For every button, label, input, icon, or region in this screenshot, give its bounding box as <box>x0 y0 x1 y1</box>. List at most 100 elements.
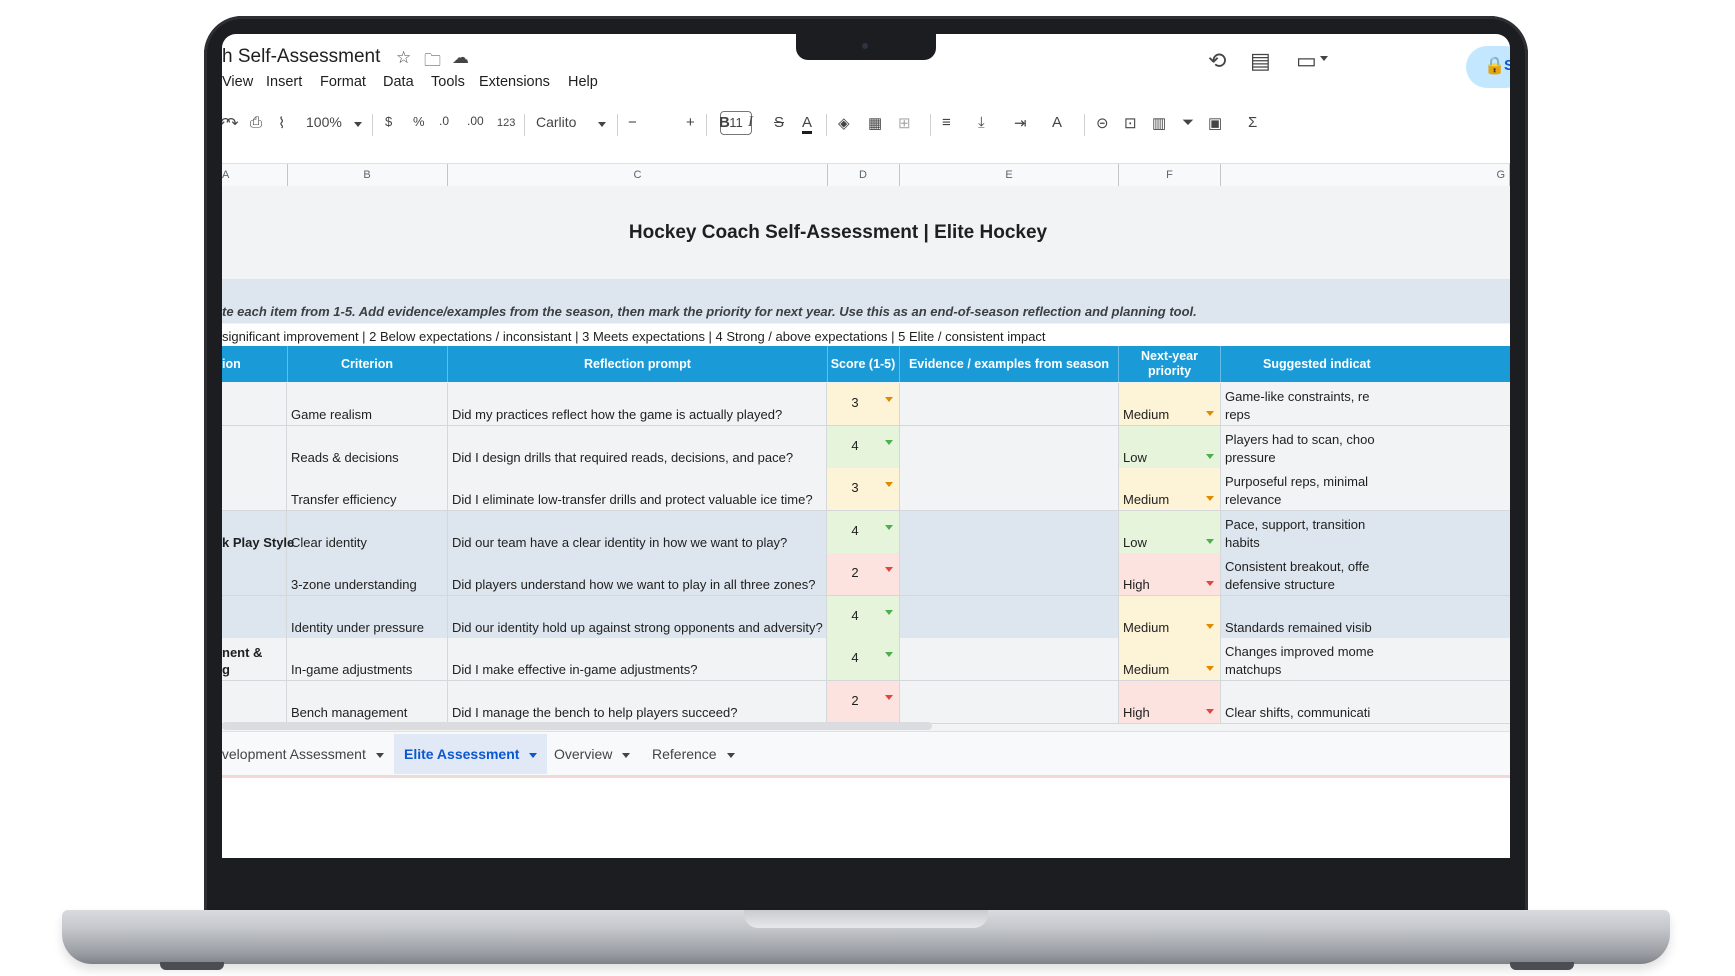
vertical-align-icon[interactable]: ⤓ <box>978 114 985 131</box>
section-cell[interactable] <box>222 468 287 510</box>
column-header-a[interactable]: A <box>222 164 288 186</box>
score-dropdown[interactable]: 3 <box>827 383 900 425</box>
score-dropdown[interactable]: 2 <box>827 680 900 723</box>
tab-menu-icon[interactable] <box>375 752 384 758</box>
score-dropdown[interactable]: 2 <box>827 553 900 595</box>
score-dropdown[interactable]: 4 <box>827 638 900 680</box>
evidence-cell[interactable] <box>900 595 1119 638</box>
header-criterion[interactable]: Criterion <box>287 346 448 382</box>
priority-dropdown[interactable]: High <box>1119 680 1221 723</box>
redo-icon[interactable]: ↷ <box>226 114 239 132</box>
comments-icon[interactable]: ▤ <box>1250 48 1271 74</box>
section-cell[interactable]: nent & g <box>222 638 287 680</box>
percent-format-button[interactable]: % <box>413 114 425 129</box>
horizontal-scrollbar[interactable] <box>222 722 932 730</box>
section-cell[interactable] <box>222 680 287 723</box>
indicators-cell[interactable]: Changes improved mome matchups <box>1221 638 1510 680</box>
prompt-cell[interactable]: Did players understand how we want to pl… <box>448 553 827 595</box>
menu-help[interactable]: Help <box>568 74 598 90</box>
menu-insert[interactable]: Insert <box>266 74 302 90</box>
criterion-cell[interactable]: Bench management <box>287 680 448 723</box>
filter-icon[interactable]: ⏷ <box>1182 114 1194 131</box>
evidence-cell[interactable] <box>900 553 1119 595</box>
priority-dropdown[interactable]: Medium <box>1119 468 1221 510</box>
font-dropdown-icon[interactable] <box>598 122 606 127</box>
text-rotation-icon[interactable]: A <box>1052 114 1062 131</box>
criterion-cell[interactable]: Transfer efficiency <box>287 468 448 510</box>
functions-icon[interactable]: Σ <box>1248 114 1257 131</box>
increase-font-size-icon[interactable]: + <box>686 114 695 131</box>
evidence-cell[interactable] <box>900 425 1119 468</box>
instructions-text[interactable]: te each item from 1-5. Add evidence/exam… <box>222 304 1197 319</box>
column-header-b[interactable]: B <box>287 164 448 186</box>
indicators-cell[interactable]: Purposeful reps, minimal relevance <box>1221 468 1510 510</box>
priority-dropdown[interactable]: High <box>1119 553 1221 595</box>
paint-format-icon[interactable]: ⌇ <box>278 114 285 132</box>
meet-dropdown-icon[interactable] <box>1320 56 1328 61</box>
zoom-select[interactable]: 100% <box>306 114 342 130</box>
header-evidence[interactable]: Evidence / examples from season <box>900 346 1119 382</box>
increase-decimal-button[interactable]: .00 <box>467 114 484 128</box>
filter-views-icon[interactable]: ▣ <box>1208 114 1222 132</box>
indicators-cell[interactable]: Pace, support, transition habits <box>1221 511 1510 553</box>
column-header-g[interactable]: G <box>1221 164 1510 186</box>
currency-format-button[interactable]: $ <box>385 114 392 129</box>
evidence-cell[interactable] <box>900 680 1119 723</box>
header-indicators[interactable]: Suggested indicat <box>1221 346 1510 382</box>
insert-link-icon[interactable]: ⊝ <box>1096 114 1109 132</box>
tab-menu-icon[interactable] <box>726 752 735 758</box>
criterion-cell[interactable]: 3-zone understanding <box>287 553 448 595</box>
criterion-cell[interactable]: Reads & decisions <box>287 425 448 468</box>
indicators-cell[interactable]: Game-like constraints, re reps <box>1221 383 1510 425</box>
text-color-icon[interactable]: A <box>802 114 813 134</box>
header-priority[interactable]: Next-year priority <box>1119 346 1221 382</box>
tab-development-assessment[interactable]: Development Assessment <box>222 734 394 774</box>
prompt-cell[interactable]: Did I eliminate low-transfer drills and … <box>448 468 827 510</box>
criterion-cell[interactable]: Identity under pressure <box>287 595 448 638</box>
version-history-icon[interactable]: ⟲ <box>1208 48 1226 74</box>
prompt-cell[interactable]: Did I manage the bench to help players s… <box>448 680 827 723</box>
decrease-decimal-button[interactable]: .0 <box>439 114 449 128</box>
score-dropdown[interactable]: 4 <box>827 510 900 553</box>
priority-dropdown[interactable]: Low <box>1119 425 1221 468</box>
indicators-cell[interactable]: Clear shifts, communicati <box>1221 681 1510 723</box>
column-header-c[interactable]: C <box>448 164 828 186</box>
document-title[interactable]: h Self-Assessment <box>222 46 380 68</box>
text-wrapping-icon[interactable]: ⇥ <box>1014 114 1027 132</box>
share-button[interactable]: 🔒 Sh <box>1466 46 1510 88</box>
header-score[interactable]: Score (1-5) <box>827 346 900 382</box>
section-cell[interactable] <box>222 425 287 468</box>
evidence-cell[interactable] <box>900 383 1119 425</box>
menu-data[interactable]: Data <box>383 74 414 90</box>
priority-dropdown[interactable]: Medium <box>1119 638 1221 680</box>
star-icon[interactable]: ☆ <box>396 48 411 68</box>
scale-legend[interactable]: significant improvement | 2 Below expect… <box>222 329 1046 344</box>
prompt-cell[interactable]: Did our identity hold up against strong … <box>448 595 827 638</box>
column-header-f[interactable]: F <box>1119 164 1221 186</box>
strikethrough-icon[interactable]: S <box>774 114 784 131</box>
sheet-title[interactable]: Hockey Coach Self-Assessment | Elite Hoc… <box>222 222 1482 244</box>
indicators-cell[interactable]: Standards remained visib <box>1221 596 1510 638</box>
evidence-cell[interactable] <box>900 510 1119 553</box>
decrease-font-size-icon[interactable]: − <box>628 114 637 131</box>
tab-overview[interactable]: Overview <box>544 734 640 774</box>
menu-view[interactable]: View <box>222 74 253 90</box>
section-cell[interactable] <box>222 595 287 638</box>
merge-cells-icon[interactable]: ⊞ <box>898 114 911 132</box>
score-dropdown[interactable]: 4 <box>827 425 900 468</box>
insert-chart-icon[interactable]: ▥ <box>1152 114 1166 132</box>
print-icon[interactable]: ⎙ <box>250 114 262 131</box>
prompt-cell[interactable]: Did our team have a clear identity in ho… <box>448 510 827 553</box>
prompt-cell[interactable]: Did I design drills that required reads,… <box>448 425 827 468</box>
header-reflection-prompt[interactable]: Reflection prompt <box>448 346 828 382</box>
italic-button[interactable]: I <box>748 114 753 131</box>
indicators-cell[interactable]: Consistent breakout, offe defensive struc… <box>1221 553 1510 595</box>
priority-dropdown[interactable]: Medium <box>1119 383 1221 425</box>
more-formats-button[interactable]: 123 <box>497 117 515 129</box>
column-header-d[interactable]: D <box>827 164 900 186</box>
meet-icon[interactable]: ▭ <box>1296 48 1317 74</box>
tab-reference[interactable]: Reference <box>642 734 745 774</box>
tab-menu-icon[interactable] <box>622 752 631 758</box>
menu-format[interactable]: Format <box>320 74 366 90</box>
criterion-cell[interactable]: Game realism <box>287 383 448 425</box>
